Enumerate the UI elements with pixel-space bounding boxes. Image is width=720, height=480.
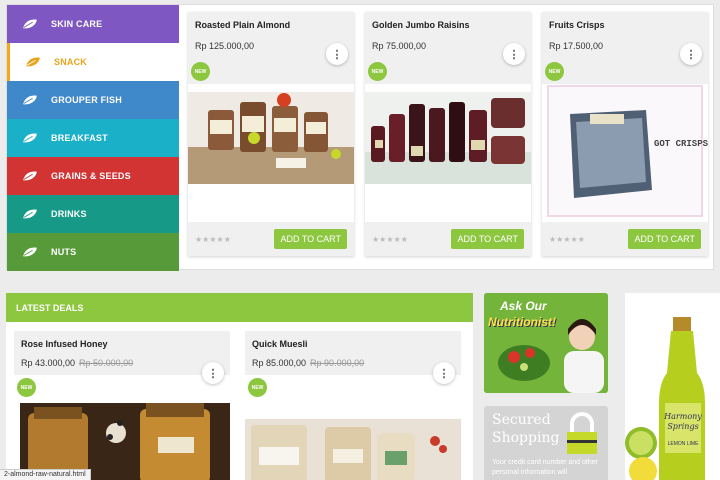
product-image[interactable]: GOT CRISPS?	[542, 84, 708, 222]
category-grains-seeds[interactable]: GRAINS & SEEDS	[7, 157, 179, 195]
latest-deals-heading: LATEST DEALS	[6, 293, 473, 322]
more-options-button[interactable]: ⋮	[326, 43, 348, 65]
deal-card[interactable]: Quick Muesli Rp 85.000,00 Rp 90.000,00 ⋮ …	[245, 331, 461, 480]
product-title[interactable]: Fruits Crisps	[549, 20, 701, 30]
deal-title[interactable]: Quick Muesli	[252, 339, 454, 349]
leaf-icon	[23, 171, 37, 181]
product-footer: ★★★★★ ADD TO CART	[542, 222, 708, 256]
add-to-cart-button[interactable]: ADD TO CART	[628, 229, 701, 249]
deal-current-price: Rp 43.000,00	[21, 358, 76, 368]
product-image[interactable]	[365, 92, 531, 184]
deal-price: Rp 43.000,00 Rp 50.000,00	[21, 358, 223, 368]
new-badge: NEW	[248, 378, 267, 397]
drink-brand-1: Harmony	[663, 412, 702, 421]
product-title[interactable]: Roasted Plain Almond	[195, 20, 347, 30]
deal-card[interactable]: Rose Infused Honey Rp 43.000,00 Rp 50.000…	[14, 331, 230, 480]
nutritionist-line2: Nutritionist!	[488, 315, 556, 329]
category-label: BREAKFAST	[51, 133, 108, 143]
leaf-icon	[23, 209, 37, 219]
featured-products-panel: SKIN CARE SNACK GROUPER FISH BREAKFAST G…	[6, 4, 714, 271]
new-badge: NEW	[191, 62, 210, 81]
category-label: GRAINS & SEEDS	[51, 171, 131, 181]
secured-shopping-banner[interactable]: Secured Shopping Your credit card number…	[484, 406, 608, 480]
nutritionist-line1: Ask Our	[500, 299, 547, 313]
drink-bottle-illustration: Harmony Springs LEMON LIME	[625, 293, 720, 480]
deal-header: Rose Infused Honey Rp 43.000,00 Rp 50.000…	[14, 331, 230, 375]
more-options-button[interactable]: ⋮	[680, 43, 702, 65]
rating-stars: ★★★★★	[549, 234, 585, 244]
deal-title[interactable]: Rose Infused Honey	[21, 339, 223, 349]
latest-deals-section: LATEST DEALS Rose Infused Honey Rp 43.00…	[6, 293, 473, 480]
new-badge: NEW	[368, 62, 387, 81]
more-options-button[interactable]: ⋮	[503, 43, 525, 65]
harmony-springs-banner[interactable]: Harmony Springs LEMON LIME	[625, 293, 720, 480]
category-drinks[interactable]: DRINKS	[7, 195, 179, 233]
leaf-icon	[23, 19, 37, 29]
product-price: Rp 75.000,00	[372, 41, 427, 51]
deal-current-price: Rp 85.000,00	[252, 358, 307, 368]
status-bar-url: 2-almond-raw-natural.html	[0, 469, 91, 480]
more-options-button[interactable]: ⋮	[433, 362, 455, 384]
secured-line1: Secured	[492, 412, 551, 428]
crisps-slogan: GOT CRISPS?	[654, 139, 708, 149]
add-to-cart-button[interactable]: ADD TO CART	[451, 229, 524, 249]
category-nuts[interactable]: NUTS	[7, 233, 179, 271]
product-footer: ★★★★★ ADD TO CART	[365, 222, 531, 256]
category-list: SKIN CARE SNACK GROUPER FISH BREAKFAST G…	[7, 5, 179, 271]
add-to-cart-button[interactable]: ADD TO CART	[274, 229, 347, 249]
category-breakfast[interactable]: BREAKFAST	[7, 119, 179, 157]
category-label: NUTS	[51, 247, 77, 257]
rating-stars: ★★★★★	[195, 234, 231, 244]
category-snack[interactable]: SNACK	[7, 43, 179, 81]
drink-flavor: LEMON LIME	[668, 441, 700, 447]
deal-image[interactable]	[245, 419, 461, 480]
drink-brand-2: Springs	[667, 422, 698, 431]
secured-line2: Shopping	[492, 430, 560, 446]
new-badge: NEW	[17, 378, 36, 397]
padlock-icon	[567, 412, 597, 454]
leaf-icon	[26, 57, 40, 67]
product-price: Rp 125.000,00	[195, 41, 255, 51]
leaf-icon	[23, 95, 37, 105]
secured-body: Your credit card number and other person…	[492, 459, 598, 476]
product-price: Rp 17.500,00	[549, 41, 604, 51]
product-image[interactable]	[188, 92, 354, 184]
product-card[interactable]: Fruits Crisps Rp 17.500,00 ⋮ NEW GOT CRI…	[542, 12, 708, 256]
category-skin-care[interactable]: SKIN CARE	[7, 5, 179, 43]
new-badge: NEW	[545, 62, 564, 81]
product-card[interactable]: Roasted Plain Almond Rp 125.000,00 ⋮ NEW…	[188, 12, 354, 256]
category-label: GROUPER FISH	[51, 95, 122, 105]
category-label: SKIN CARE	[51, 19, 103, 29]
category-label: SNACK	[54, 57, 88, 67]
product-footer: ★★★★★ ADD TO CART	[188, 222, 354, 256]
more-options-button[interactable]: ⋮	[202, 362, 224, 384]
category-label: DRINKS	[51, 209, 87, 219]
leaf-icon	[23, 133, 37, 143]
product-title[interactable]: Golden Jumbo Raisins	[372, 20, 524, 30]
deal-header: Quick Muesli Rp 85.000,00 Rp 90.000,00	[245, 331, 461, 375]
deal-price: Rp 85.000,00 Rp 90.000,00	[252, 358, 454, 368]
rating-stars: ★★★★★	[372, 234, 408, 244]
product-card[interactable]: Golden Jumbo Raisins Rp 75.000,00 ⋮ NEW …	[365, 12, 531, 256]
leaf-icon	[23, 247, 37, 257]
category-grouper-fish[interactable]: GROUPER FISH	[7, 81, 179, 119]
deal-old-price: Rp 50.000,00	[79, 358, 134, 368]
ask-nutritionist-banner[interactable]: Ask Our Nutritionist!	[484, 293, 608, 393]
deal-old-price: Rp 90.000,00	[310, 358, 365, 368]
